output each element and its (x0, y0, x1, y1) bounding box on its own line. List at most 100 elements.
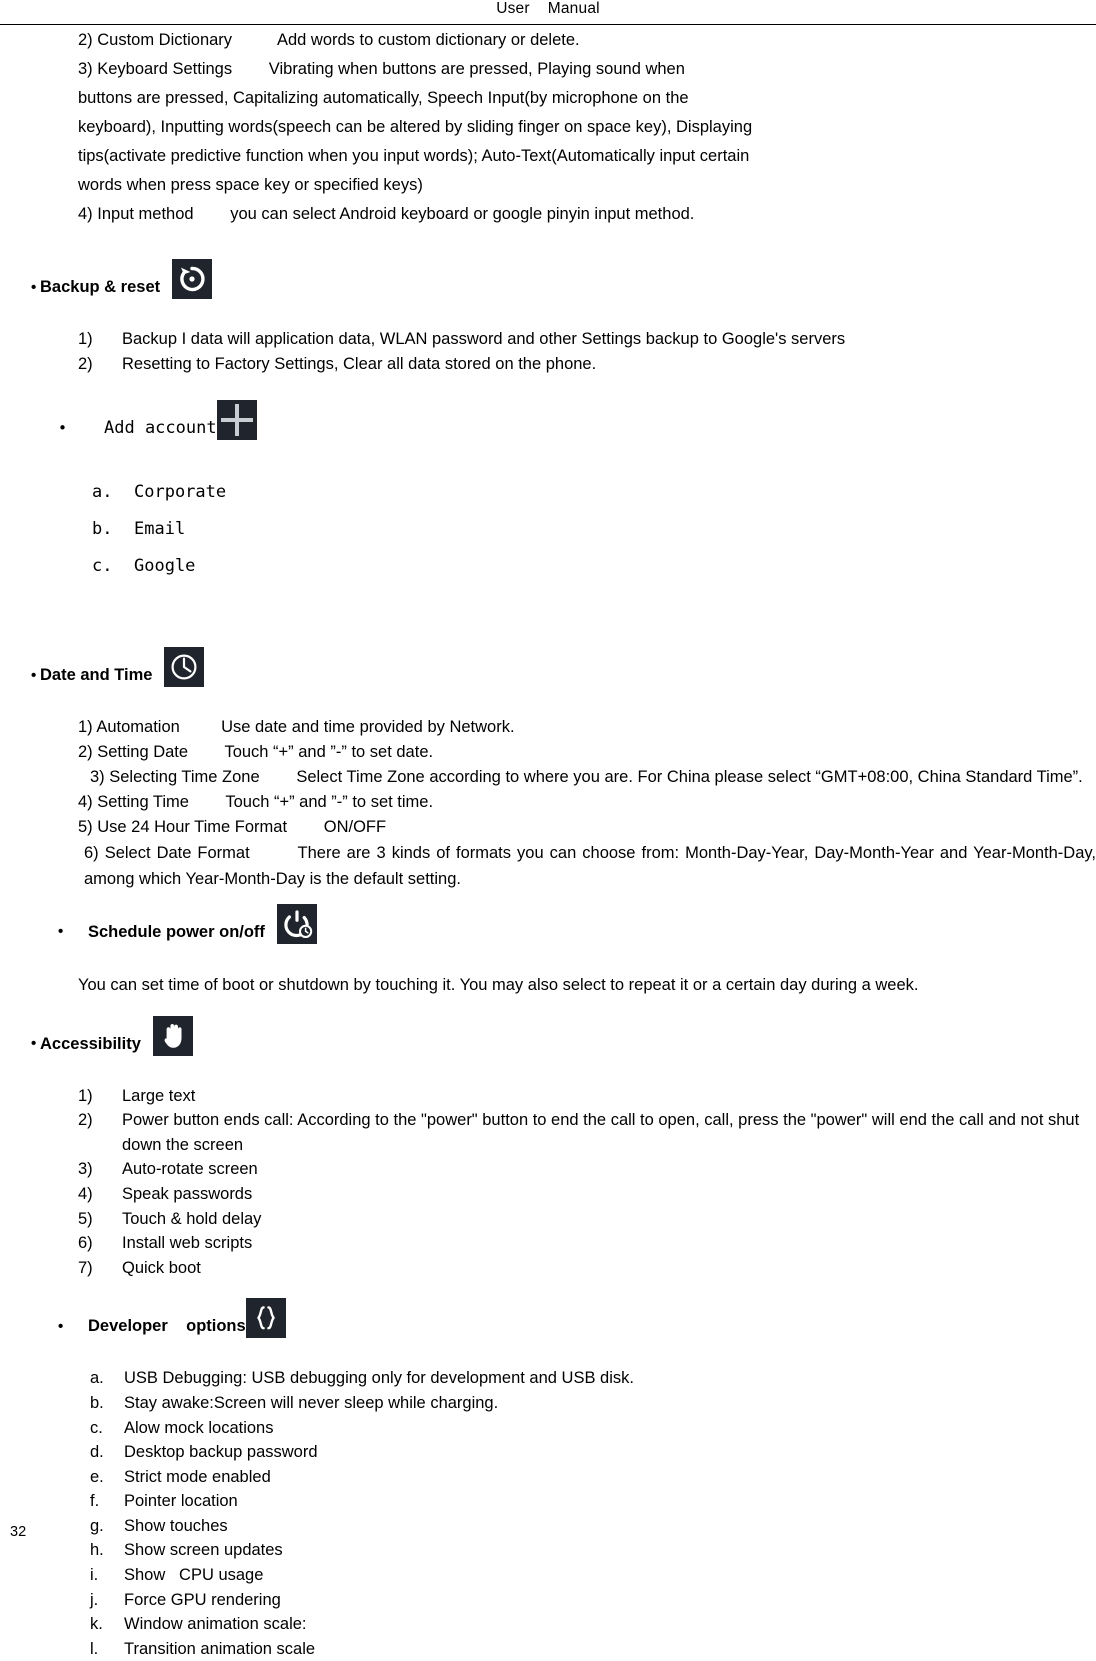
list-text: USB Debugging: USB debugging only for de… (124, 1369, 634, 1388)
intro-line: buttons are pressed, Capitalizing automa… (78, 89, 689, 107)
list-item: g. Show touches (90, 1514, 1096, 1539)
section-heading-backup-reset: • Backup & reset (0, 259, 1096, 315)
list-text: Show screen updates (124, 1541, 283, 1560)
list-text: Desktop backup password (124, 1443, 318, 1462)
section-title: Date and Time (40, 666, 153, 685)
list-marker: a. (90, 1369, 104, 1388)
intro-line: keyboard), Inputting words(speech can be… (78, 118, 753, 136)
section-heading-schedule-power: • Schedule power on/off (0, 903, 1096, 960)
list-marker: 2) (78, 1111, 93, 1130)
list-text: Pointer location (124, 1492, 238, 1511)
list-item: e. Strict mode enabled (90, 1465, 1096, 1490)
intro-line: 4) Input method you can select Android k… (78, 205, 695, 223)
list-text: Install web scripts (122, 1234, 253, 1253)
list-text: Speak passwords (122, 1184, 253, 1203)
list-item: 5) Use 24 Hour Time Format ON/OFF (78, 815, 1096, 840)
page-number: 32 (10, 1524, 27, 1540)
list-text: 6) Select Date Format There are 3 kinds … (84, 843, 1096, 888)
list-text: Alow mock locations (124, 1418, 274, 1437)
curly-braces-icon (245, 1298, 286, 1339)
list-item: i. Show CPU usage (90, 1563, 1096, 1588)
list-text: 4) Setting Time Touch “+” and ”-” to set… (78, 793, 434, 812)
list-text: Touch & hold delay (122, 1209, 262, 1228)
add-account-list: a. Corporate b. Email c. Google (0, 474, 1096, 585)
list-text: Stay awake:Screen will never sleep while… (124, 1393, 499, 1412)
list-item: 2) Power button ends call: According to … (78, 1108, 1096, 1157)
list-item: 6) Install web scripts (78, 1231, 1096, 1256)
list-marker: d. (90, 1443, 104, 1462)
list-marker: e. (90, 1467, 104, 1486)
list-item: 4) Speak passwords (78, 1182, 1096, 1207)
list-item: f. Pointer location (90, 1489, 1096, 1514)
list-item: b. Email (92, 511, 1096, 548)
list-text: Resetting to Factory Settings, Clear all… (122, 354, 597, 373)
list-item: l. Transition animation scale (90, 1637, 1096, 1661)
list-text: Show touches (124, 1516, 228, 1535)
input-settings-paragraphs: 2) Custom Dictionary Add words to custom… (0, 26, 1096, 229)
list-text: Force GPU rendering (124, 1590, 281, 1609)
section-bullet: • (31, 1035, 37, 1053)
section-title: Accessibility (40, 1034, 141, 1053)
backup-reset-list: 1) Backup I data will application data, … (0, 327, 1096, 376)
power-clock-icon (276, 903, 317, 944)
intro-line: words when press space key or specified … (78, 176, 423, 194)
list-item: 5) Touch & hold delay (78, 1207, 1096, 1232)
list-text: Google (134, 556, 196, 577)
list-text: Transition animation scale (124, 1639, 316, 1658)
list-marker: 5) (78, 1209, 93, 1228)
list-item: 1) Automation Use date and time provided… (78, 715, 1096, 740)
list-item: d. Desktop backup password (90, 1440, 1096, 1465)
list-marker: b. (90, 1393, 104, 1412)
list-text: Quick boot (122, 1258, 201, 1277)
list-text: Large text (122, 1086, 196, 1105)
section-title: Developer options (88, 1317, 246, 1336)
list-marker: j. (90, 1590, 99, 1609)
section-heading-add-account: • Add account (0, 400, 1096, 456)
section-heading-developer-options: • Developer options (0, 1298, 1096, 1354)
list-text: Backup I data will application data, WLA… (122, 330, 846, 348)
list-marker: i. (90, 1566, 99, 1585)
list-item: 2) Setting Date Touch “+” and ”-” to set… (78, 740, 1096, 765)
list-text: Window animation scale: (124, 1615, 307, 1634)
list-item: j. Force GPU rendering (90, 1588, 1096, 1613)
plus-icon (216, 400, 257, 441)
section-title: Backup & reset (40, 278, 161, 296)
developer-options-list: a. USB Debugging: USB debugging only for… (0, 1366, 1096, 1661)
list-text: 5) Use 24 Hour Time Format ON/OFF (78, 817, 387, 836)
section-bullet: • (31, 278, 37, 296)
list-item: c. Alow mock locations (90, 1416, 1096, 1441)
section-bullet: • (58, 923, 64, 941)
list-marker: 1) (78, 330, 93, 348)
section-bullet: • (58, 418, 68, 437)
section-title: Add account (104, 418, 217, 439)
section-bullet: • (58, 1317, 64, 1335)
list-text: Corporate (134, 482, 227, 503)
section-bullet: • (31, 666, 37, 684)
list-marker: b. (92, 519, 113, 540)
list-marker: f. (90, 1492, 100, 1511)
intro-line: tips(activate predictive function when y… (78, 147, 750, 165)
list-item: h. Show screen updates (90, 1538, 1096, 1563)
list-item: 7) Quick boot (78, 1256, 1096, 1281)
intro-line: 3) Keyboard Settings Vibrating when butt… (78, 60, 685, 78)
section-heading-accessibility: • Accessibility (0, 1015, 1096, 1072)
list-text: Auto-rotate screen (122, 1160, 258, 1179)
list-marker: h. (90, 1541, 104, 1560)
list-marker: 7) (78, 1258, 93, 1277)
list-item: c. Google (92, 548, 1096, 585)
list-marker: k. (90, 1615, 103, 1634)
document-content: 2) Custom Dictionary Add words to custom… (0, 26, 1096, 1661)
list-text: 3) Selecting Time Zone Select Time Zone … (90, 768, 1083, 787)
list-item: 1) Large text (78, 1084, 1096, 1109)
accessibility-list: 1) Large text 2) Power button ends call:… (0, 1084, 1096, 1281)
